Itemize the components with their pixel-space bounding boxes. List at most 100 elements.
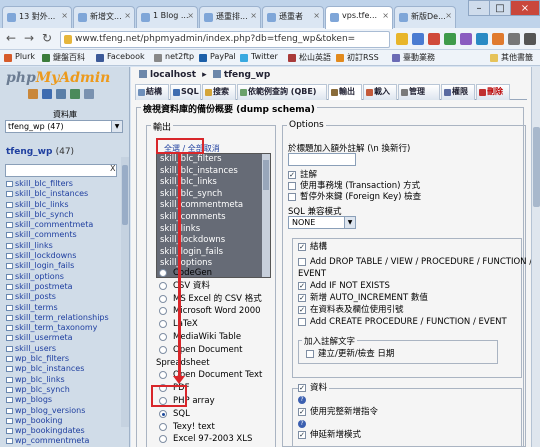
wrench-icon[interactable] — [524, 33, 536, 45]
bookmark-item[interactable]: Facebook — [96, 52, 145, 62]
star-icon[interactable] — [396, 33, 408, 45]
format-radio[interactable]: Open Document — [159, 344, 262, 357]
sql-query-icon[interactable] — [42, 89, 52, 99]
export-table-option[interactable]: skill_links — [157, 224, 270, 236]
table-icon[interactable] — [6, 335, 13, 342]
back-icon[interactable]: ← — [3, 31, 19, 47]
table-icon[interactable] — [6, 345, 13, 352]
structure-checkbox[interactable]: ✓ 結構 — [298, 242, 330, 252]
table-list-item[interactable]: wp_blc_synch — [6, 385, 109, 395]
table-icon[interactable] — [6, 283, 13, 290]
table-list-item[interactable]: wp_bookingdates — [6, 426, 109, 436]
database-link[interactable]: tfeng_wp (47) — [6, 147, 74, 157]
breadcrumb-database[interactable]: tfeng_wp — [224, 70, 270, 80]
if-not-exists-checkbox[interactable]: ✓ Add IF NOT EXISTS — [298, 281, 390, 291]
reload-icon[interactable]: ↻ — [39, 31, 55, 47]
table-list-item[interactable]: skill_users — [6, 344, 109, 354]
bookmark-item[interactable]: 鍵盤百科 — [42, 52, 85, 63]
extension-icon[interactable] — [476, 33, 488, 45]
drop-table-checkbox[interactable]: Add DROP TABLE / VIEW / PROCEDURE / FUNC… — [298, 257, 532, 267]
table-icon[interactable] — [6, 428, 13, 435]
data-checkbox[interactable]: ✓ 資料 — [298, 383, 330, 393]
bookmark-item[interactable]: 松山英語 — [288, 52, 331, 63]
help-icon[interactable]: ? — [298, 396, 306, 404]
table-icon[interactable] — [6, 407, 13, 414]
forward-icon[interactable]: → — [21, 31, 37, 47]
table-icon[interactable] — [6, 356, 13, 363]
create-update-date-checkbox[interactable]: 建立/更新/檢查 日期 — [306, 349, 394, 359]
tab-query[interactable]: 依範例查詢 (QBE) — [237, 84, 327, 100]
table-icon[interactable] — [6, 211, 13, 218]
radio-icon[interactable] — [159, 332, 167, 341]
table-icon[interactable] — [6, 201, 13, 208]
browser-tab[interactable]: 新版De... × — [394, 6, 456, 28]
foreign-key-checkbox[interactable]: 暫停外來鍵 (Foreign Key) 檢查 — [288, 192, 421, 202]
export-table-option[interactable]: skill_lockdowns — [157, 235, 270, 247]
radio-icon[interactable] — [159, 435, 167, 444]
table-icon[interactable] — [6, 438, 13, 445]
table-icon[interactable] — [6, 232, 13, 239]
format-radio[interactable]: MS Excel 的 CSV 格式 — [159, 293, 262, 306]
radio-icon[interactable] — [159, 307, 167, 316]
breadcrumb-server[interactable]: localhost — [150, 70, 196, 80]
bookmark-item[interactable]: 臺動業務 — [392, 52, 435, 63]
extended-insert-checkbox[interactable]: ✓ 伸延新增模式 — [298, 430, 361, 440]
table-icon[interactable] — [6, 304, 13, 311]
extension-icon[interactable] — [412, 33, 424, 45]
auto-increment-checkbox[interactable]: ✓ 新增 AUTO_INCREMENT 數值 — [298, 293, 428, 303]
export-table-listbox[interactable]: skill_blc_filters skill_blc_instances skil… — [156, 153, 271, 278]
table-list-item[interactable]: wp_commentmeta — [6, 436, 109, 446]
table-list-item[interactable]: skill_postmeta — [6, 282, 109, 292]
extension-icon[interactable] — [428, 33, 440, 45]
table-list-item[interactable]: skill_links — [6, 241, 109, 251]
browser-tab[interactable]: 遜重者 × — [262, 6, 324, 28]
radio-icon[interactable] — [159, 294, 167, 303]
docs-icon[interactable] — [56, 89, 66, 99]
other-bookmarks[interactable]: 其他書籤 — [490, 52, 533, 63]
bookmark-item[interactable]: 初訂RSS — [336, 52, 379, 63]
comments-checkbox[interactable]: ✓ 註解 — [288, 170, 317, 180]
home-icon[interactable] — [28, 89, 38, 99]
table-list-item[interactable]: skill_terms — [6, 303, 109, 313]
export-table-option[interactable]: skill_blc_links — [157, 177, 270, 189]
compat-mode-select[interactable]: NONE ▼ — [288, 216, 356, 229]
format-radio[interactable]: Microsoft Word 2000 — [159, 305, 262, 318]
export-table-option[interactable]: skill_commentmeta — [157, 200, 270, 212]
extension-icon[interactable] — [444, 33, 456, 45]
table-icon[interactable] — [6, 314, 13, 321]
table-icon[interactable] — [6, 397, 13, 404]
clear-filter-button[interactable]: X — [110, 164, 115, 173]
tab-privileges[interactable]: 權限 — [441, 84, 475, 100]
bookmark-item[interactable]: Plurk — [4, 52, 35, 62]
bookmark-item[interactable]: Twitter — [240, 52, 278, 62]
complete-insert-checkbox[interactable]: ✓ 使用完整新增指令 — [298, 407, 378, 417]
table-list-item[interactable]: skill_blc_filters — [6, 179, 109, 189]
scroll-thumb[interactable] — [263, 160, 269, 190]
table-icon[interactable] — [6, 376, 13, 383]
tab-search[interactable]: 搜索 — [202, 84, 236, 100]
extension-icon[interactable] — [460, 33, 472, 45]
format-radio[interactable]: CSV 資料 — [159, 280, 262, 293]
format-radio[interactable]: MediaWiki Table — [159, 331, 262, 344]
database-select[interactable]: tfeng_wp (47) ▼ — [5, 120, 123, 133]
table-icon[interactable] — [6, 273, 13, 280]
export-table-option[interactable]: skill_comments — [157, 212, 270, 224]
radio-icon[interactable] — [159, 345, 167, 354]
browser-tab[interactable]: 遜重排... × — [199, 6, 261, 28]
listbox-scrollbar[interactable] — [262, 154, 270, 277]
format-radio[interactable]: Excel 97-2003 XLS — [159, 433, 262, 446]
phpmyadmin-logo[interactable]: phpMyAdmin — [6, 70, 110, 86]
table-list-item[interactable]: wp_blc_instances — [6, 364, 109, 374]
table-list-item[interactable]: skill_posts — [6, 292, 109, 302]
close-icon[interactable]: × — [313, 11, 320, 20]
format-radio[interactable]: Texy! text — [159, 421, 262, 434]
export-table-option[interactable]: skill_blc_synch — [157, 189, 270, 201]
table-list-item[interactable]: skill_usermeta — [6, 333, 109, 343]
close-icon[interactable]: × — [250, 11, 257, 20]
table-list-item[interactable]: wp_blc_links — [6, 375, 109, 385]
close-icon[interactable]: × — [445, 11, 452, 20]
page-menu-icon[interactable] — [508, 33, 520, 45]
tab-operations[interactable]: 管理 — [398, 84, 440, 100]
radio-icon[interactable] — [159, 281, 167, 290]
bookmark-item[interactable]: net2ftp — [154, 52, 194, 62]
